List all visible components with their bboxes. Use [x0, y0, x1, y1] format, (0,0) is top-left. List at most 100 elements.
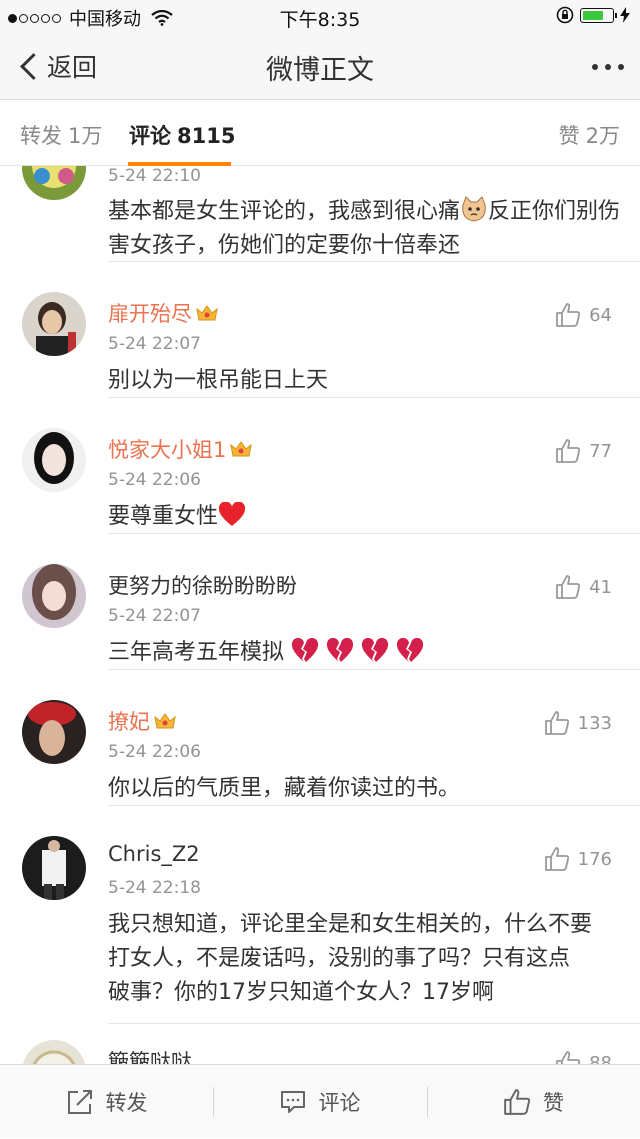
thumbs-up-icon [544, 847, 569, 871]
comment-text: 要尊重女性 [108, 500, 628, 534]
thumbs-up-icon [556, 439, 581, 463]
like-count: 41 [589, 576, 612, 598]
comment-text-part: 三年高考五年模拟 [108, 640, 285, 665]
tab-label: 评论 [129, 124, 171, 148]
charging-icon [620, 7, 630, 23]
status-time: 下午8:35 [279, 9, 361, 31]
comment-text: 你以后的气质里，藏着你读过的书。 [108, 776, 461, 801]
tab-label: 转发 [20, 124, 62, 148]
thumbs-up-icon [504, 1089, 531, 1115]
status-bar: 中国移动 下午8:35 [0, 0, 640, 32]
vip-crown-icon [154, 713, 176, 729]
back-label: 返回 [47, 53, 98, 82]
like-toolbar-button[interactable]: 赞 [427, 1065, 640, 1139]
timestamp: 5-24 22:06 [108, 470, 201, 490]
user-name[interactable]: Chris_Z2 [108, 842, 200, 866]
comment-item: 撩妃 5-24 22:06 你以后的气质里，藏着你读过的书。 133 [0, 670, 640, 806]
like-button[interactable]: 133 [544, 710, 612, 736]
comment-text: 别以为一根吊能日上天 [108, 368, 329, 393]
timestamp: 5-24 22:07 [108, 334, 201, 354]
user-name-label: Chris_Z2 [108, 842, 200, 866]
tab-count: 2万 [585, 124, 620, 148]
tab-comment[interactable]: 评论 8115 [129, 120, 235, 150]
like-count: 64 [589, 304, 612, 326]
avatar[interactable] [22, 836, 86, 900]
user-name-label: 簸簸哒哒 [108, 1050, 192, 1064]
like-label: 赞 [543, 1091, 564, 1115]
back-button[interactable]: 返回 [18, 48, 97, 84]
comment-text: 三年高考五年模拟 [108, 636, 628, 670]
user-name-label: 更努力的徐盼盼盼盼 [108, 574, 297, 598]
comment-text-line: 我只想知道，评论里全是和女生相关的，什么不要 [108, 912, 593, 937]
red-heart-icon [219, 502, 246, 526]
like-button[interactable]: 88 [555, 1050, 612, 1064]
vip-crown-icon [196, 305, 218, 321]
avatar[interactable] [22, 292, 86, 356]
like-count: 133 [577, 712, 612, 734]
like-count: 176 [577, 848, 612, 870]
comment-button[interactable]: 评论 [213, 1065, 426, 1139]
like-count: 88 [589, 1052, 612, 1065]
share-icon [67, 1090, 92, 1114]
comment-text-part: 基本都是女生评论的，我感到很心痛 [108, 199, 461, 224]
user-name[interactable]: 悦家大小姐1 [108, 434, 253, 464]
tab-count: 1万 [68, 124, 103, 148]
thumbs-up-icon [556, 303, 581, 327]
comment-item: 簸簸哒哒 88 [0, 1024, 640, 1064]
chevron-left-icon [20, 52, 47, 80]
timestamp: 5-24 22:07 [108, 606, 201, 626]
avatar[interactable] [22, 564, 86, 628]
like-button[interactable]: 176 [544, 846, 612, 872]
tab-count: 8115 [177, 124, 236, 148]
bottom-toolbar: 转发 评论 赞 [0, 1064, 640, 1138]
user-name[interactable]: 簸簸哒哒 [108, 1046, 192, 1064]
more-dots-icon[interactable] [592, 64, 624, 70]
avatar[interactable] [22, 428, 86, 492]
like-button[interactable]: 41 [555, 574, 612, 600]
nav-bar: 返回 微博正文 [0, 32, 640, 100]
comment-list[interactable]: 5-24 22:10 基本都是女生评论的，我感到很心痛 反正你们别伤害女孩子，伤… [0, 166, 640, 1064]
avatar[interactable] [22, 700, 86, 764]
avatar[interactable] [22, 1040, 86, 1064]
like-button[interactable]: 64 [555, 302, 612, 328]
comment-text-line: 打女人，不是废话吗，没别的事了吗？只有这点 [108, 946, 571, 971]
user-name[interactable]: 撩妃 [108, 706, 176, 736]
comment-text-line: 破事？你的17岁只知道个女人？17岁啊 [108, 980, 494, 1005]
comment-item: 更努力的徐盼盼盼盼 5-24 22:07 三年高考五年模拟 41 [0, 534, 640, 670]
avatar[interactable] [22, 166, 86, 200]
vip-crown-icon [230, 441, 253, 457]
like-button[interactable]: 77 [555, 438, 612, 464]
timestamp: 5-24 22:18 [108, 878, 201, 898]
comment-icon [280, 1091, 305, 1113]
broken-heart-icon [327, 638, 354, 662]
timestamp: 5-24 22:10 [108, 166, 201, 186]
status-right [556, 6, 630, 24]
comment-label: 评论 [318, 1091, 361, 1115]
comment-item: Chris_Z2 5-24 22:18 我只想知道，评论里全是和女生相关的，什么… [0, 806, 640, 1024]
tab-bar: 转发 1万 评论 8115 赞 2万 [0, 100, 640, 166]
repost-label: 转发 [105, 1091, 148, 1115]
battery-icon [580, 7, 617, 23]
broken-heart-icon [397, 638, 424, 662]
broken-heart-icon [292, 638, 319, 662]
repost-button[interactable]: 转发 [0, 1065, 213, 1139]
comment-text: 基本都是女生评论的，我感到很心痛 反正你们别伤害女孩子，伤她们的定要你十倍奉还 [108, 195, 628, 263]
thumbs-up-icon [556, 575, 581, 599]
timestamp: 5-24 22:06 [108, 742, 201, 762]
broken-heart-icon [362, 638, 389, 662]
tab-repost[interactable]: 转发 1万 [20, 120, 102, 150]
user-name[interactable]: 更努力的徐盼盼盼盼 [108, 570, 297, 600]
comment-text-part: 要尊重女性 [108, 504, 219, 529]
thumbs-up-icon [544, 711, 569, 735]
like-count: 77 [589, 440, 612, 462]
tab-label: 赞 [558, 124, 580, 148]
user-name-label: 撩妃 [108, 710, 150, 734]
user-name-label: 扉开殆尽 [108, 302, 192, 326]
user-name[interactable]: 扉开殆尽 [108, 298, 218, 328]
user-name-label: 悦家大小姐1 [108, 438, 227, 462]
tab-like[interactable]: 赞 2万 [559, 120, 620, 150]
thumbs-up-icon [556, 1051, 581, 1064]
orientation-lock-icon [556, 6, 574, 24]
comment-item: 扉开殆尽 5-24 22:07 别以为一根吊能日上天 64 [0, 262, 640, 398]
comment-item: 悦家大小姐1 5-24 22:06 要尊重女性 77 [0, 398, 640, 534]
